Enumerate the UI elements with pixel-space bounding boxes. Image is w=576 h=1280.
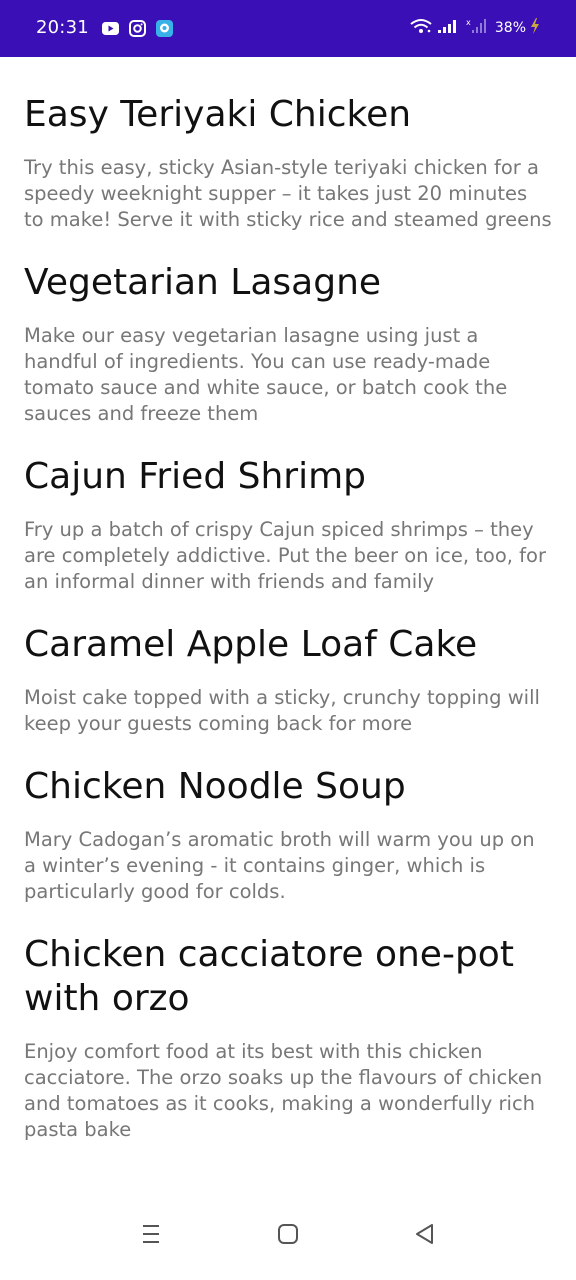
recipe-item[interactable]: Vegetarian Lasagne Make our easy vegetar… [0,233,576,427]
recipe-title: Vegetarian Lasagne [24,262,382,303]
recipe-description: Make our easy vegetarian lasagne using j… [24,324,508,425]
system-status-icons: x 38% [409,17,540,39]
battery-percentage: 38% [494,20,526,36]
chat-app-icon [155,19,174,38]
recipe-description: Enjoy comfort food at its best with this… [24,1040,543,1141]
status-time: 20:31 [36,17,89,38]
recipe-description: Fry up a batch of crispy Cajun spiced sh… [24,518,546,593]
menu-icon[interactable] [138,1221,164,1247]
wifi-icon [409,18,433,38]
recipe-list[interactable]: Easy Teriyaki Chicken Try this easy, sti… [0,57,576,1183]
signal-icon [437,18,461,38]
recipe-title: Chicken Noodle Soup [24,766,406,807]
recipe-title: Easy Teriyaki Chicken [24,94,412,135]
notification-icons [101,19,174,38]
recipe-description: Try this easy, sticky Asian-style teriya… [24,156,552,231]
recipe-item[interactable]: Chicken Noodle Soup Mary Cadogan’s aroma… [0,737,576,905]
recipe-description: Moist cake topped with a sticky, crunchy… [24,686,540,735]
no-sim-signal-icon: x [465,17,487,39]
recipe-title: Chicken cacciatore one-pot with orzo [24,934,514,1019]
home-icon[interactable] [275,1221,301,1247]
recipe-item[interactable]: Easy Teriyaki Chicken Try this easy, sti… [0,57,576,233]
navigation-bar [0,1183,576,1280]
recipe-description: Mary Cadogan’s aromatic broth will warm … [24,828,535,903]
recipe-item[interactable]: Caramel Apple Loaf Cake Moist cake toppe… [0,595,576,737]
youtube-icon [101,19,120,38]
recipe-title: Cajun Fried Shrimp [24,456,366,497]
status-bar: 20:31 x 38% [0,0,576,57]
svg-text:x: x [466,18,471,27]
recipe-item[interactable]: Chicken cacciatore one-pot with orzo Enj… [0,905,576,1143]
back-icon[interactable] [412,1221,438,1247]
instagram-icon [128,19,147,38]
recipe-title: Caramel Apple Loaf Cake [24,624,478,665]
recipe-item[interactable]: Cajun Fried Shrimp Fry up a batch of cri… [0,427,576,595]
battery-charging-icon [530,17,540,39]
